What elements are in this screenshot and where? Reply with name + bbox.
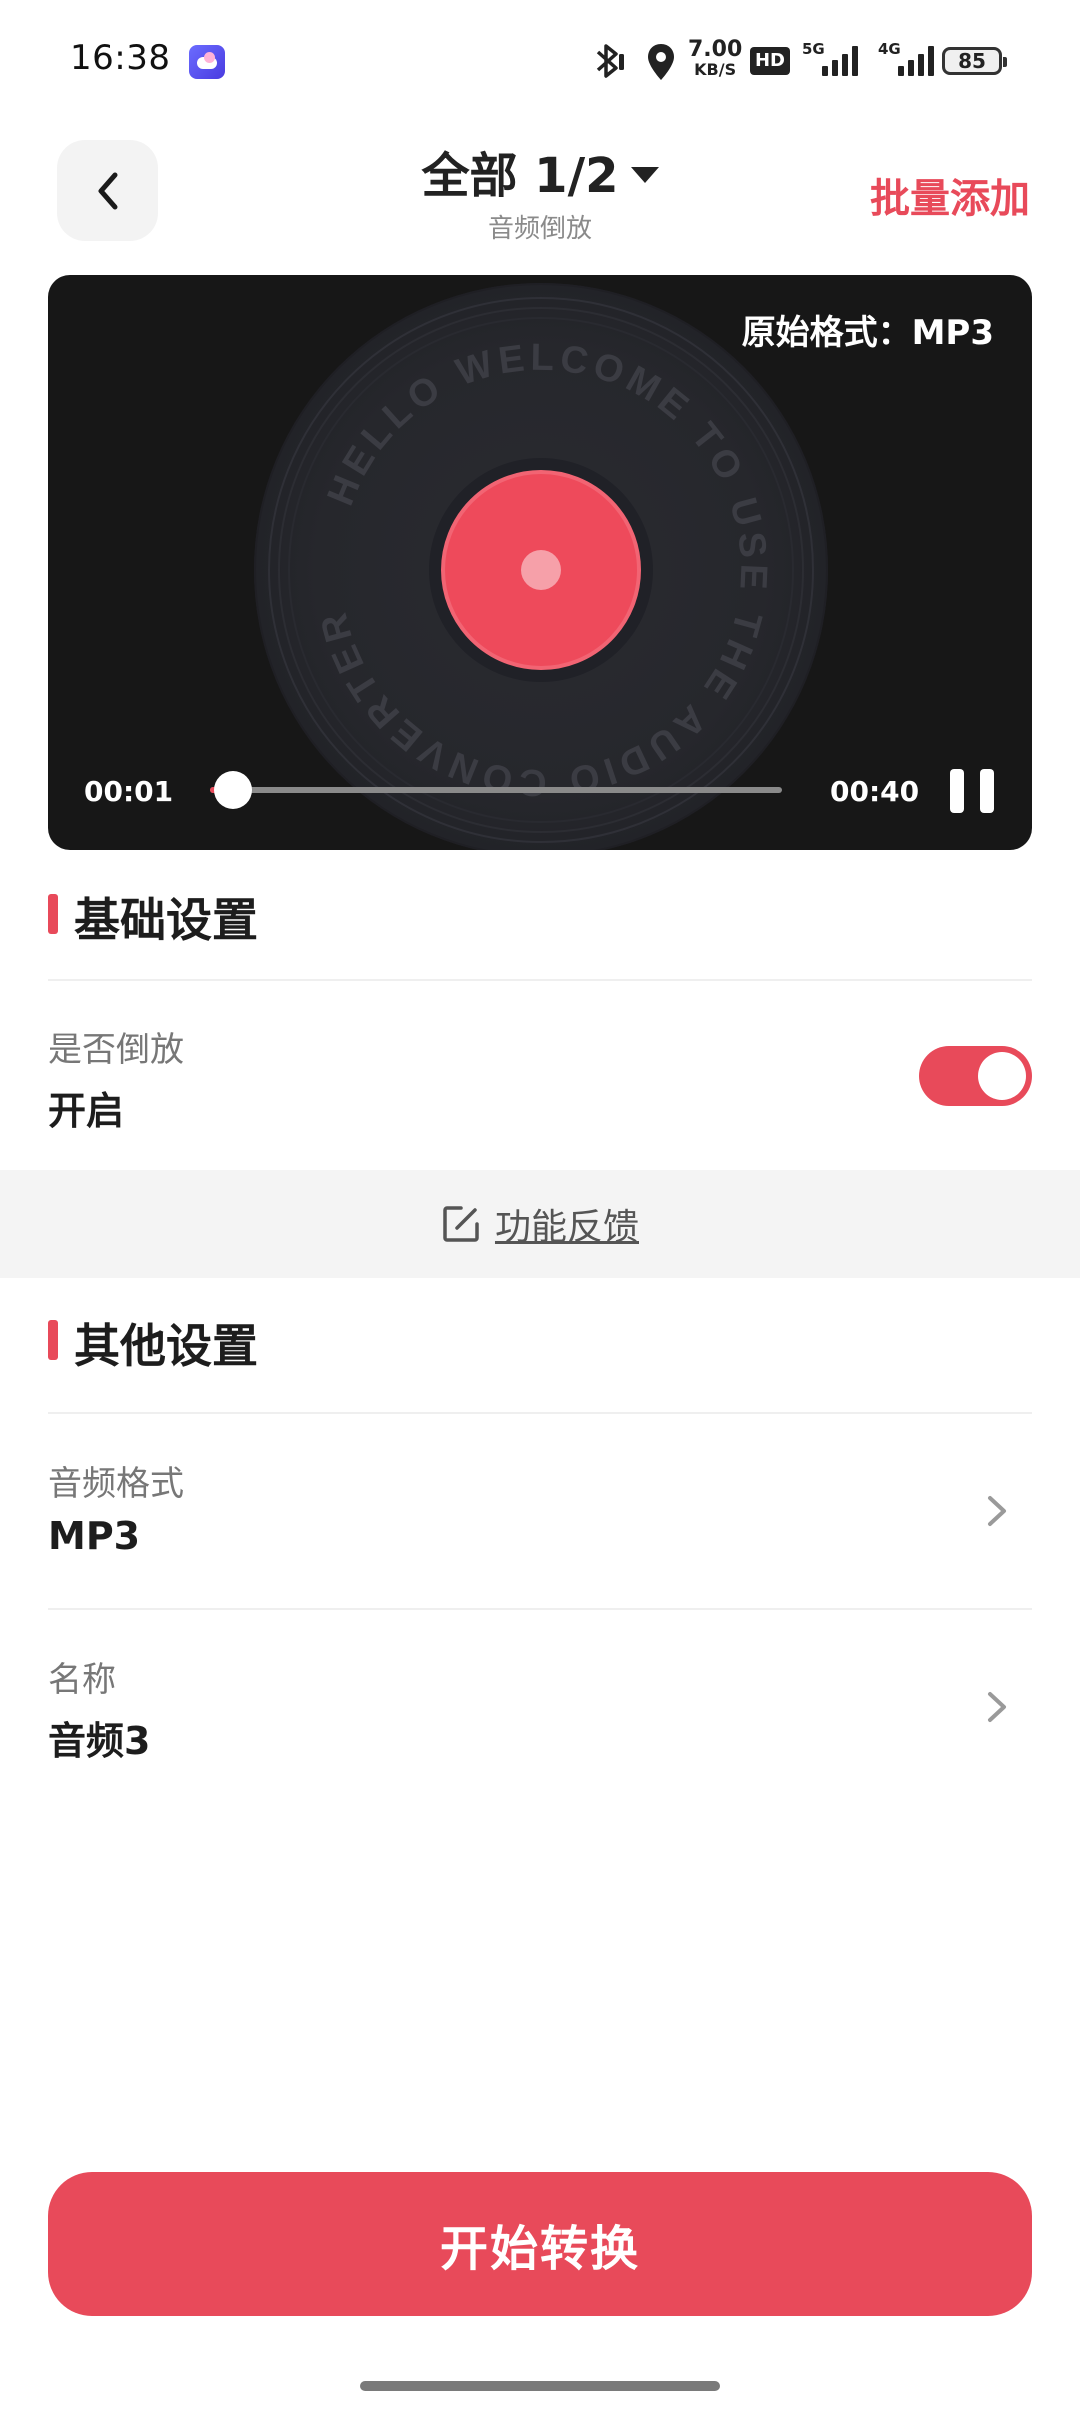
network-speed: 7.00 KB/S (688, 37, 743, 80)
name-label: 名称 (48, 1660, 116, 1700)
progress-handle[interactable] (213, 771, 252, 809)
hd-voice-badge: HD (750, 47, 790, 75)
chevron-right-icon (988, 1692, 1006, 1722)
total-time: 00:40 (830, 775, 920, 808)
pause-icon-bar (950, 769, 964, 813)
record-curved-text: HELLO WELCOME TO USE THE AUDIO CONVERTER (312, 337, 770, 804)
bluetooth-icon (596, 44, 624, 78)
page-title: 全部 1/2 (421, 148, 619, 204)
feedback-label: 功能反馈 (494, 1207, 639, 1248)
status-time: 16:38 (70, 38, 171, 78)
format-label: 音频格式 (48, 1464, 184, 1504)
home-indicator[interactable] (360, 2381, 720, 2391)
current-time: 00:01 (84, 775, 174, 808)
audio-format-row[interactable]: 音频格式 MP3 (0, 1414, 1080, 1608)
audio-player: HELLO WELCOME TO USE THE AUDIO CONVERTER… (48, 275, 1032, 850)
batch-add-button[interactable]: 批量添加 (870, 166, 1030, 224)
section-title-basic: 基础设置 (48, 884, 258, 950)
signal-4g-icon: 4G (878, 40, 934, 76)
caret-down-icon (630, 167, 659, 183)
edit-icon (443, 1206, 479, 1242)
name-row[interactable]: 名称 音频3 (0, 1610, 1080, 1804)
reverse-value: 开启 (48, 1089, 125, 1133)
pause-button[interactable] (950, 769, 994, 813)
chevron-right-icon (988, 1496, 1006, 1526)
start-convert-button[interactable]: 开始转换 (48, 2172, 1032, 2316)
progress-track[interactable] (210, 787, 782, 793)
vinyl-record-image: HELLO WELCOME TO USE THE AUDIO CONVERTER (254, 283, 828, 850)
feedback-link[interactable]: 功能反馈 (0, 1170, 1080, 1278)
divider (48, 979, 1032, 981)
signal-5g-icon: 5G (802, 40, 858, 76)
reverse-toggle[interactable] (919, 1046, 1032, 1106)
format-value: MP3 (48, 1514, 141, 1558)
original-format-label: 原始格式：MP3 (741, 313, 994, 353)
name-value: 音频3 (48, 1719, 151, 1763)
location-icon (648, 44, 674, 80)
pause-icon-bar (980, 769, 994, 813)
battery-icon: 85 (942, 47, 1007, 75)
reverse-label: 是否倒放 (48, 1030, 184, 1070)
section-title-other: 其他设置 (48, 1310, 258, 1376)
weather-app-icon (189, 45, 225, 79)
